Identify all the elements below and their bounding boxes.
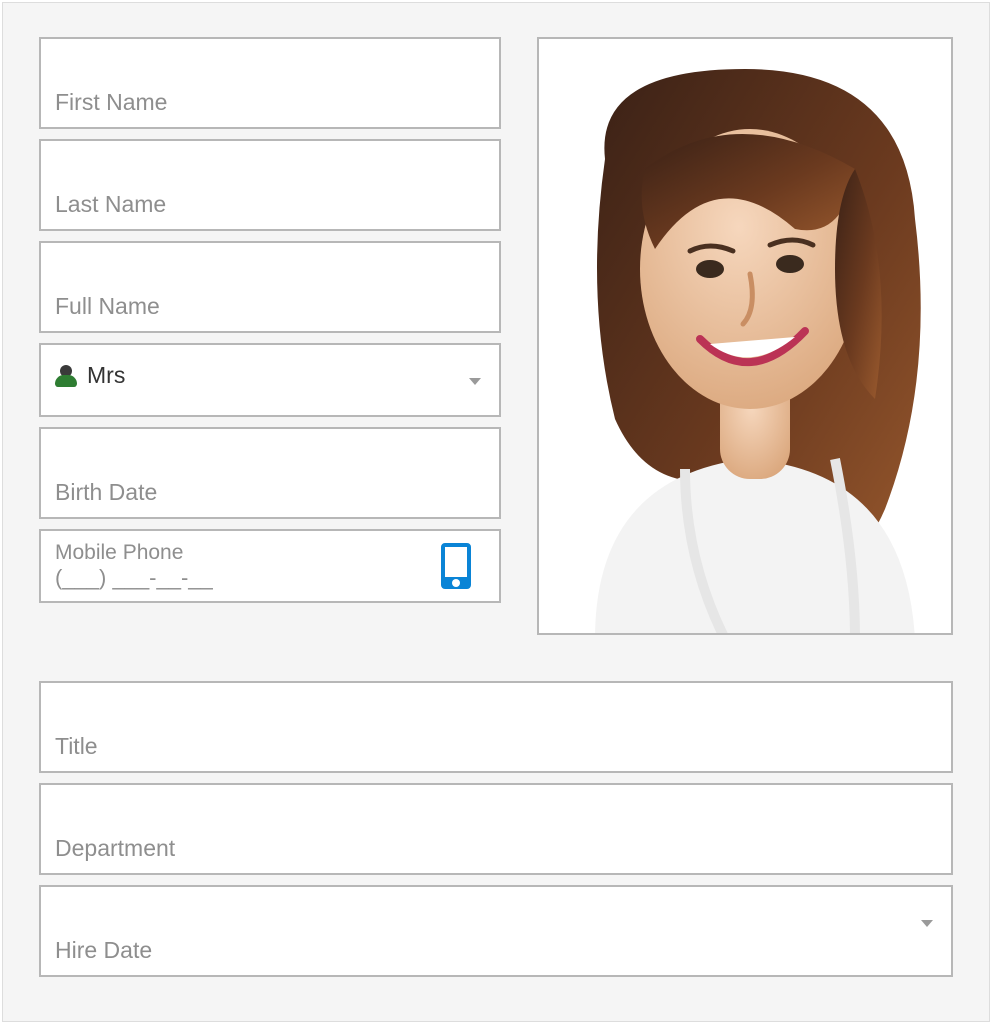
hire-date-dropdown[interactable]: Hire Date: [39, 885, 953, 977]
mobile-phone-mask: (___) ___-__-__: [55, 565, 213, 591]
employee-form: First Name Last Name Full Name Mrs Birth…: [2, 2, 990, 1022]
personal-fields-column: First Name Last Name Full Name Mrs Birth…: [39, 37, 501, 635]
full-name-label: Full Name: [55, 293, 160, 321]
hire-date-label: Hire Date: [55, 937, 152, 965]
top-row: First Name Last Name Full Name Mrs Birth…: [39, 37, 953, 635]
employee-photo[interactable]: [537, 37, 953, 635]
chevron-down-icon: [921, 920, 933, 927]
full-name-field[interactable]: Full Name: [39, 241, 501, 333]
prefix-dropdown[interactable]: Mrs: [39, 343, 501, 417]
title-field[interactable]: Title: [39, 681, 953, 773]
job-fields-column: Title Department Hire Date: [39, 681, 953, 977]
title-label: Title: [55, 733, 98, 761]
mobile-phone-field[interactable]: Mobile Phone (___) ___-__-__: [39, 529, 501, 603]
birth-date-field[interactable]: Birth Date: [39, 427, 501, 519]
last-name-label: Last Name: [55, 191, 166, 219]
prefix-selected: Mrs: [55, 362, 125, 390]
first-name-field[interactable]: First Name: [39, 37, 501, 129]
birth-date-label: Birth Date: [55, 479, 157, 507]
department-label: Department: [55, 835, 175, 863]
chevron-down-icon: [469, 378, 481, 385]
department-field[interactable]: Department: [39, 783, 953, 875]
mobile-phone-label: Mobile Phone: [55, 541, 183, 565]
person-female-icon: [55, 365, 77, 387]
mobile-phone-icon: [441, 543, 471, 589]
last-name-field[interactable]: Last Name: [39, 139, 501, 231]
prefix-text: Mrs: [87, 362, 125, 390]
first-name-label: First Name: [55, 89, 167, 117]
